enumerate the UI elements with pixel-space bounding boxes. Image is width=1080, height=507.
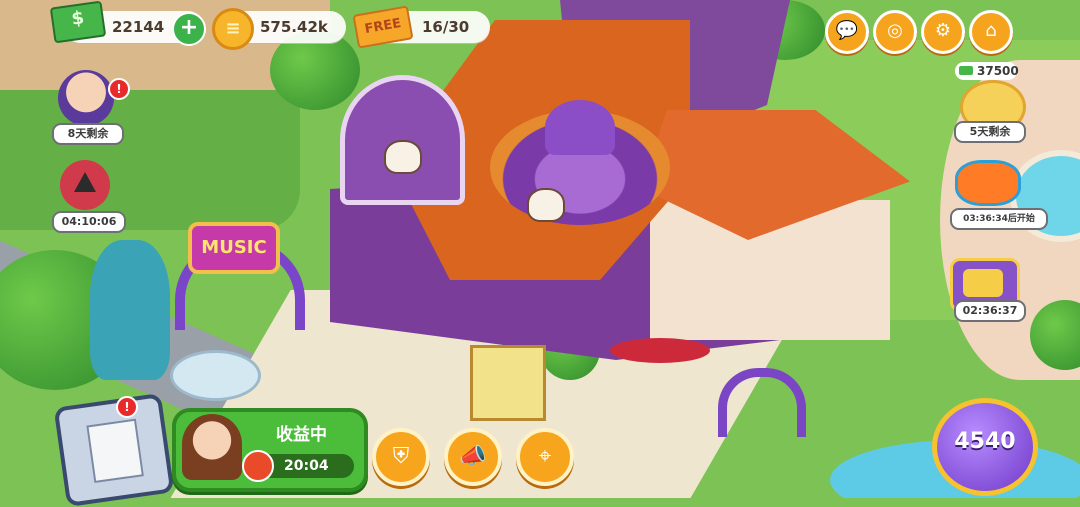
earnings-button[interactable]: 收益中 20:04 xyxy=(172,408,368,492)
skull-ornament xyxy=(384,140,422,174)
witch-event-label: 8天剩余 xyxy=(52,123,124,145)
map-button[interactable]: ⌖ xyxy=(516,428,574,486)
witch-event-icon[interactable] xyxy=(58,70,114,126)
earnings-title: 收益中 xyxy=(276,425,327,445)
coin-icon: ≡ xyxy=(212,8,254,50)
megaphone-button[interactable]: 📣 xyxy=(444,428,502,486)
plus-icon[interactable]: + xyxy=(172,12,206,46)
cash-value: 22144 xyxy=(112,18,165,36)
cash-icon xyxy=(49,0,107,44)
badge-button[interactable]: ⛨ xyxy=(372,428,430,486)
piggy-bank-label: 5天剩余 xyxy=(954,121,1026,143)
camera-button[interactable]: ◎ xyxy=(873,10,917,54)
triangle-event-icon[interactable] xyxy=(60,160,110,210)
lawn xyxy=(0,70,300,230)
piggy-bank-cash: 37500 xyxy=(955,62,1019,80)
gem-counter-button[interactable]: 4540 xyxy=(932,398,1038,496)
task-badge: ! xyxy=(116,396,138,418)
chat-icon: 💬 xyxy=(835,20,859,41)
sombrero-crown xyxy=(545,100,615,155)
garden-arch[interactable] xyxy=(718,368,806,437)
stopwatch-icon xyxy=(242,450,274,482)
triangle-event-timer: 04:10:06 xyxy=(52,211,126,233)
coin-value: 575.42k xyxy=(260,18,328,36)
chat-button[interactable]: 💬 xyxy=(825,10,869,54)
fountain[interactable] xyxy=(170,350,261,401)
dinosaur-statue[interactable] xyxy=(90,240,170,380)
settings-button[interactable]: ⚙ xyxy=(921,10,965,54)
mystery-box-timer: 02:36:37 xyxy=(954,300,1026,322)
home-button[interactable]: ⌂ xyxy=(969,10,1013,54)
altar-decoration[interactable] xyxy=(470,345,546,421)
manager-avatar xyxy=(182,414,242,480)
earnings-timer: 20:04 xyxy=(242,450,354,482)
music-sign[interactable]: MUSIC xyxy=(188,222,280,274)
free-ticket-value: 16/30 xyxy=(422,18,470,36)
gear-icon: ⚙ xyxy=(934,20,952,41)
gem-value: 4540 xyxy=(954,429,1016,454)
witch-event-badge: ! xyxy=(108,78,130,100)
goggles-event-label: 03:36:34后开始 xyxy=(950,208,1048,230)
sombrero-skull xyxy=(527,188,565,222)
goggles-icon[interactable] xyxy=(955,160,1021,206)
megaphone-icon: 📣 xyxy=(459,444,487,469)
task-notebook-icon[interactable] xyxy=(53,392,175,507)
shield-icon: ⛨ xyxy=(392,444,410,469)
camera-icon: ◎ xyxy=(887,20,903,41)
earnings-timer-value: 20:04 xyxy=(284,458,329,474)
kayak xyxy=(610,338,710,363)
home-icon: ⌂ xyxy=(985,20,997,41)
map-pin-icon: ⌖ xyxy=(538,444,552,469)
